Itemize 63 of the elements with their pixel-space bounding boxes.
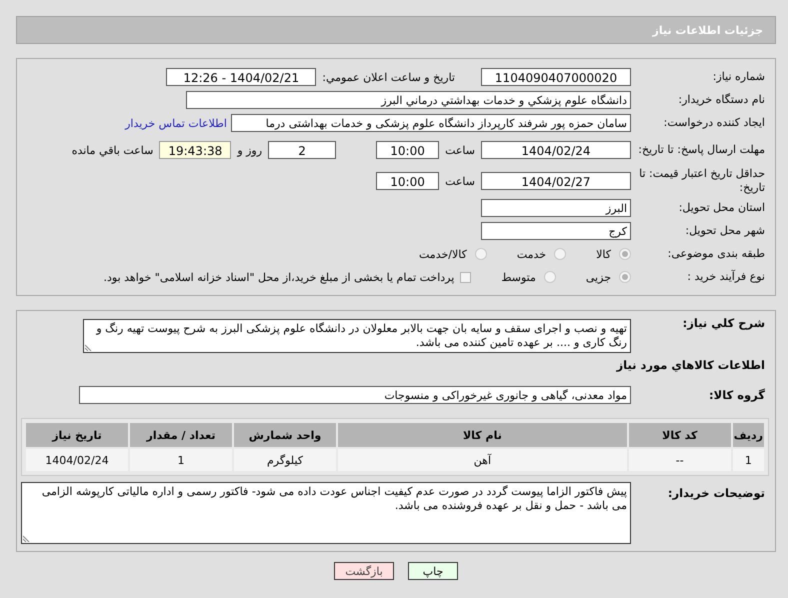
print-button[interactable]: چاپ — [408, 562, 458, 580]
field-label: نوع فرآیند خرید : — [686, 270, 766, 284]
column-header: تعداد / مقدار — [130, 423, 232, 447]
table-cell: 1 — [130, 449, 232, 471]
field-label: شماره نیاز: — [712, 70, 766, 84]
column-header: تاریخ نیاز — [26, 423, 128, 447]
radio-label: كالا/خدمت — [419, 248, 467, 260]
announce-date-field[interactable]: 1404/02/21 - 12:26 — [166, 68, 316, 86]
time-field[interactable]: 10:00 — [376, 141, 440, 159]
field-label: ایجاد کننده درخواست: — [662, 116, 766, 130]
goods-group-field[interactable]: مواد معدنی، گیاهی و جانوری غیرخوراکی و منسوجات — [79, 386, 631, 404]
days-field[interactable]: 2 — [268, 141, 336, 159]
radio-label: خدمت — [516, 248, 546, 260]
radio-button[interactable] — [619, 248, 631, 260]
table-cell: 1 — [732, 449, 764, 471]
field-label: ساعت باقي مانده — [70, 144, 154, 156]
field-label: استان محل تحویل: — [678, 201, 766, 215]
radio-button[interactable] — [474, 248, 487, 260]
table-cell: -- — [628, 449, 731, 471]
column-header: واحد شمارش — [234, 423, 336, 447]
section-title: اطلاعات کالاهاي مورد نیاز — [615, 357, 766, 374]
radio-label: متوسط — [501, 270, 536, 284]
field-label: حداقل تاریخ اعتبار قیمت: تا تاریخ: — [638, 167, 766, 195]
city-field[interactable]: کرج — [481, 222, 631, 240]
radio-button[interactable] — [554, 248, 566, 260]
radio-label: جزیی — [586, 270, 611, 284]
radio-button[interactable] — [619, 271, 631, 283]
checkbox-label: پرداخت تمام یا بخشی از مبلغ خرید،از محل "اسناد خزانه اسلامی" خواهد بود. — [104, 270, 454, 284]
back-button[interactable]: بازگشت — [334, 562, 394, 580]
table-cell: آهن — [338, 449, 627, 471]
field-label: ساعت — [444, 144, 476, 156]
field-label: شرح کلي نیاز: — [682, 316, 766, 330]
field-label: ساعت — [444, 174, 476, 188]
table-cell: کیلوگرم — [234, 449, 336, 471]
need-number-field[interactable]: 1104090407000020 — [481, 68, 631, 86]
date-field[interactable]: 1404/02/24 — [481, 141, 631, 159]
table-cell: 1404/02/24 — [26, 449, 128, 471]
field-label: طبقه بندی موضوعی: — [666, 247, 766, 261]
date-field[interactable]: 1404/02/27 — [481, 172, 631, 190]
column-header: کد کالا — [628, 423, 731, 447]
resize-grip-icon[interactable] — [23, 535, 30, 542]
field-label: نام دستگاه خریدار: — [677, 93, 766, 107]
field-label: تاریخ و ساعت اعلان عمومي: — [321, 70, 456, 84]
resize-grip-icon[interactable] — [85, 344, 92, 351]
time-field[interactable]: 10:00 — [376, 172, 440, 190]
radio-button[interactable] — [544, 271, 556, 283]
radio-label: كالا — [596, 248, 611, 260]
field-label: مهلت ارسال پاسخ: تا تاریخ: — [637, 143, 766, 157]
field-label: توضیحات خریدار: — [666, 485, 766, 500]
column-header: نام کالا — [338, 423, 627, 447]
page-title: جزئیات اطلاعات نیاز — [652, 24, 763, 36]
buyer-contact-link[interactable]: اطلاعات تماس خریدار — [125, 116, 227, 130]
column-header: ردیف — [732, 423, 764, 447]
description-field[interactable]: تهیه و نصب و اجرای سقف و سایه بان جهت بالابر معلولان در دانشگاه علوم پزشکی البرز به شرح پیوست تهیه رنگ و رنگ کاری و .... بر عهده تامین کننده می باشد. — [83, 319, 631, 353]
buyer-name-field[interactable]: دانشگاه علوم پزشكي و خدمات بهداشتي درماني البرز — [186, 91, 631, 109]
remaining-time-field: 19:43:38 — [159, 141, 232, 159]
field-label: روز و — [236, 144, 264, 156]
field-label: گروه کالا: — [708, 388, 766, 402]
requester-field[interactable]: سامان حمزه پور شرفند کارپرداز دانشگاه علوم پزشکی و خدمات بهداشتی درما — [231, 114, 631, 132]
province-field[interactable]: البرز — [481, 199, 631, 217]
buyer-notes-field[interactable]: پیش فاکتور الزاما پیوست گردد در صورت عدم کیفیت اجناس عودت داده می شود- فاکتور رسمی و اداره مالیاتی کارپوشه الزامی می باشد - حمل و نقل بر عهده فروشنده می باشد. — [21, 482, 631, 544]
checkbox[interactable] — [460, 272, 472, 282]
field-label: شهر محل تحویل: — [684, 224, 766, 238]
